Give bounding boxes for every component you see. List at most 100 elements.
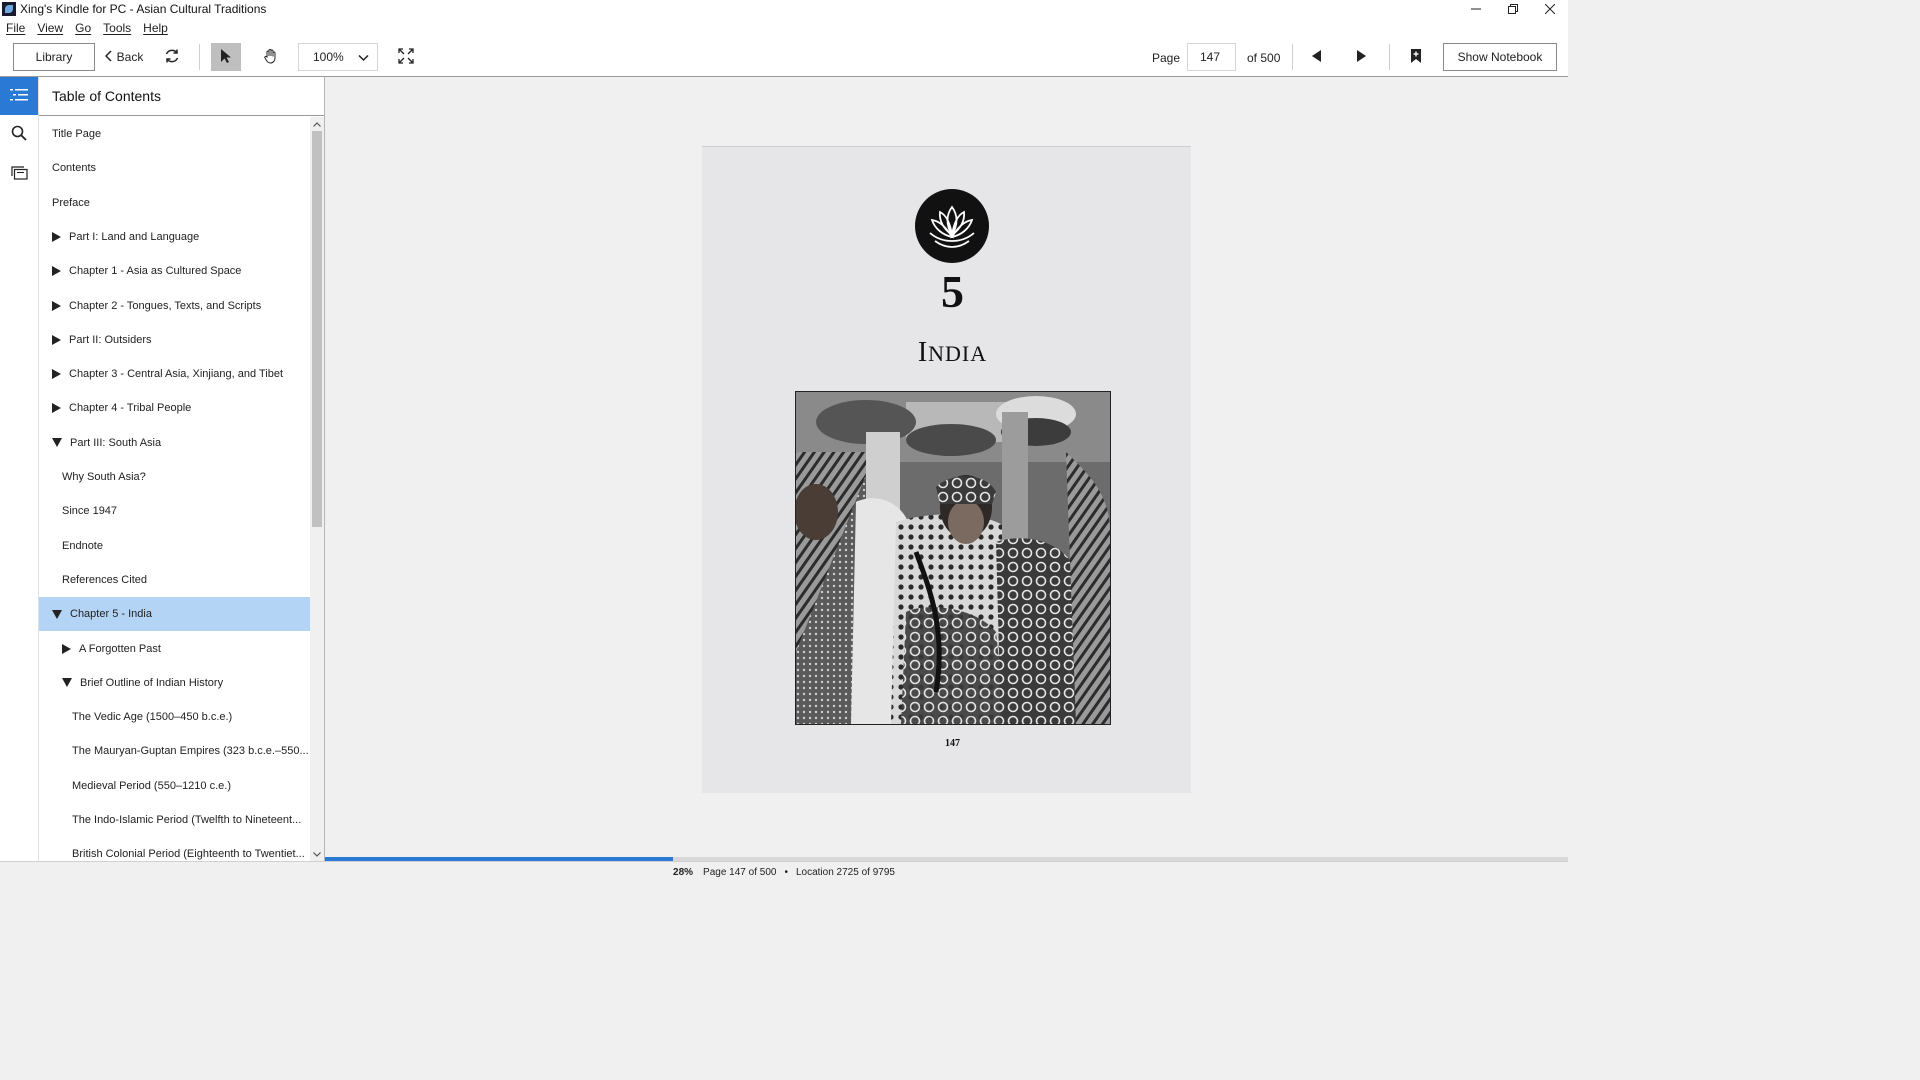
lotus-emblem-icon [915,189,989,263]
search-button[interactable] [0,115,38,153]
scrollbar-thumb[interactable] [312,131,322,527]
chevron-down-icon [358,51,369,65]
toc-item[interactable]: Preface [39,186,310,220]
toc-item[interactable]: Part I: Land and Language [39,220,310,254]
toc-item[interactable]: Medieval Period (550–1210 c.e.) [39,769,310,803]
page-number-input[interactable]: 147 [1187,43,1236,71]
toc-item[interactable]: Chapter 3 - Central Asia, Xinjiang, and … [39,357,310,391]
collapsed-triangle-icon[interactable] [52,266,61,277]
status-bar: 28% Page 147 of 500 • Location 2725 of 9… [0,861,1568,883]
toc-item[interactable]: Contents [39,151,310,185]
toc-scrollbar[interactable] [310,117,324,861]
chapter-title: INDIA [702,337,1203,369]
bookmark-button[interactable] [1404,43,1428,71]
menu-view[interactable]: View [37,21,63,35]
show-notebook-button[interactable]: Show Notebook [1443,43,1557,71]
toc-item[interactable]: The Vedic Age (1500–450 b.c.e.) [39,700,310,734]
menu-file[interactable]: File [6,21,25,35]
scroll-down-icon[interactable] [310,847,324,861]
minimize-icon[interactable] [1457,0,1494,18]
bookmark-add-icon [1410,48,1422,67]
progress-percent: 28% [673,867,694,878]
toc-item-label: The Vedic Age (1500–450 b.c.e.) [72,711,233,724]
back-button[interactable]: Back [104,43,144,71]
collapsed-triangle-icon[interactable] [62,643,71,654]
toc-title: Table of Contents [52,88,161,104]
collapsed-triangle-icon[interactable] [52,334,61,345]
toc-item[interactable]: British Colonial Period (Eighteenth to T… [39,837,310,861]
toc-panel: Table of Contents Title Page Contents Pref… [39,77,325,861]
window-title: Xing's Kindle for PC - Asian Cultural Tr… [20,2,267,16]
next-page-button[interactable] [1350,43,1372,71]
toc-item[interactable]: Brief Outline of Indian History [39,666,310,700]
fullscreen-button[interactable] [394,43,418,71]
toc-item[interactable]: Why South Asia? [39,460,310,494]
toc-item[interactable]: Endnote [39,529,310,563]
expanded-triangle-icon[interactable] [62,678,72,688]
toc-item-label: References Cited [62,573,147,586]
cursor-arrow-icon [220,48,232,67]
collapsed-triangle-icon[interactable] [52,231,61,242]
toc-item[interactable]: The Indo-Islamic Period (Twelfth to Nine… [39,803,310,837]
hand-icon [263,48,279,67]
select-tool-button[interactable] [211,43,241,71]
expanded-triangle-icon[interactable] [52,438,62,448]
toc-item-label: Since 1947 [62,505,118,518]
toc-item[interactable]: A Forgotten Past [39,632,310,666]
menu-help[interactable]: Help [143,21,168,35]
toc-item[interactable]: Part III: South Asia [39,426,310,460]
toc-item-label: Chapter 3 - Central Asia, Xinjiang, and … [69,368,284,381]
status-location: Location 2725 of 9795 [795,867,895,878]
toc-item-label: Endnote [62,539,103,552]
collapsed-triangle-icon[interactable] [52,403,61,414]
toc-item[interactable]: Title Page [39,117,310,151]
collapsed-triangle-icon[interactable] [52,300,61,311]
toc-toggle-button[interactable] [0,77,38,115]
icon-rail [0,77,39,861]
toc-item-label: Part II: Outsiders [69,333,152,346]
hand-tool-button[interactable] [258,43,284,71]
toc-item-label: Medieval Period (550–1210 c.e.) [72,779,231,792]
library-button[interactable]: Library [13,43,95,71]
search-icon [11,125,27,144]
window-controls [1457,0,1568,18]
title-bar: Xing's Kindle for PC - Asian Cultural Tr… [0,0,1568,18]
zoom-select[interactable]: 100% [298,43,378,71]
toc-item[interactable]: Chapter 4 - Tribal People [39,391,310,425]
page-label: Page [1152,51,1181,65]
flashcards-button[interactable] [0,155,38,193]
toc-item[interactable]: Chapter 5 - India [39,597,310,632]
close-icon[interactable] [1531,0,1568,18]
toc-item-label: Contents [52,162,97,175]
toc-item[interactable]: Chapter 2 - Tongues, Texts, and Scripts [39,289,310,323]
toc-item[interactable]: Since 1947 [39,494,310,528]
zoom-value: 100% [313,50,344,64]
collapsed-triangle-icon[interactable] [52,369,61,380]
toc-item-label: British Colonial Period (Eighteenth to T… [72,848,305,861]
reading-area[interactable]: 5 INDIA 147 [325,77,1568,857]
page-total-label: of 500 [1247,51,1281,65]
toc-item[interactable]: Chapter 1 - Asia as Cultured Space [39,254,310,288]
toc-item[interactable]: Part II: Outsiders [39,323,310,357]
kindle-app-icon [2,2,16,16]
status-page: Page 147 of 500 [703,867,777,878]
toc-item-label: Part III: South Asia [70,436,162,449]
expanded-triangle-icon[interactable] [52,609,62,619]
sync-button[interactable] [160,43,184,71]
toc-item[interactable]: References Cited [39,563,310,597]
status-separator: • [784,867,788,878]
menu-tools[interactable]: Tools [103,21,131,35]
chapter-photo [795,391,1111,725]
triangle-right-icon [1356,49,1366,65]
restore-icon[interactable] [1494,0,1531,18]
menu-bar: File View Go Tools Help [0,18,1568,38]
cards-icon [10,165,28,183]
book-page: 5 INDIA 147 [702,146,1191,793]
menu-go[interactable]: Go [75,21,91,35]
toc-item-label: Preface [52,196,90,209]
toc-item[interactable]: The Mauryan-Guptan Empires (323 b.c.e.–5… [39,734,310,768]
chapter-title-initial: I [917,337,929,368]
scroll-up-icon[interactable] [310,117,324,131]
previous-page-button[interactable] [1306,43,1328,71]
toc-header: Table of Contents [39,77,324,116]
